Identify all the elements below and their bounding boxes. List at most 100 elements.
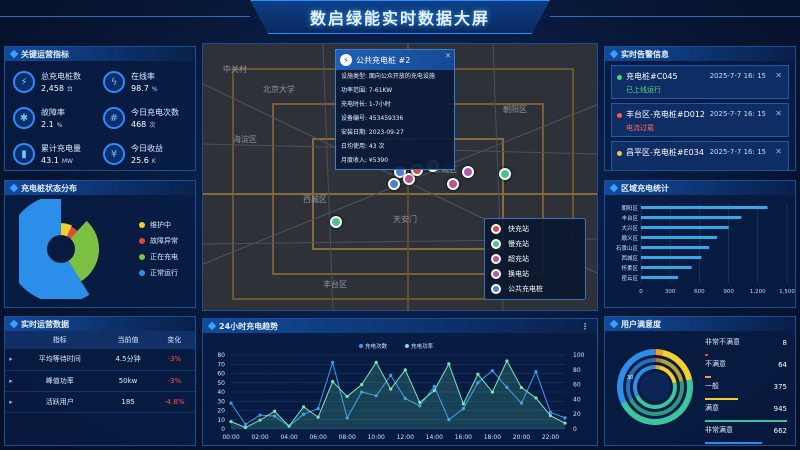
donut-slice[interactable] [661,349,693,381]
bar[interactable] [641,226,729,229]
data-point[interactable] [461,402,465,406]
data-point[interactable] [243,422,248,426]
data-point[interactable] [258,413,262,417]
cell-name: 平均等待时间 [17,349,103,371]
close-icon[interactable]: ✕ [775,71,782,80]
data-point[interactable] [316,415,320,419]
data-point[interactable] [490,369,494,373]
bar[interactable] [641,206,768,209]
y-left-tick-label: 10 [217,417,225,424]
x-tick-label: 16:00 [455,434,472,441]
data-point[interactable] [229,401,233,405]
data-point[interactable] [563,416,567,420]
trend-panel-title: 24小时充电趋势 [219,321,279,331]
y-tick-label: 顺义区 [621,235,638,242]
data-point[interactable] [389,387,393,391]
data-point[interactable] [287,424,291,428]
y-tick-label: 石景山区 [616,244,639,252]
data-point[interactable] [360,383,364,387]
alarms-panel-title: 实时告警信息 [621,49,669,59]
status-rose-chart [19,199,99,299]
data-point[interactable] [490,390,494,394]
legend-item: 正常运行 [139,265,178,281]
map-legend-item[interactable]: 快充站 [491,221,579,236]
map-station-marker[interactable] [462,166,474,178]
close-icon[interactable]: ✕ [775,109,782,118]
data-point[interactable] [548,410,553,414]
map-station-marker[interactable] [388,178,400,190]
bar[interactable] [641,216,742,219]
table-header-cell: 当前值 [102,331,154,349]
bar[interactable] [641,246,710,249]
data-point[interactable] [548,414,553,418]
data-point[interactable] [403,368,407,372]
lightning-icon: ϟ [103,71,125,93]
data-point[interactable] [243,425,248,430]
data-point[interactable] [534,370,538,374]
map-station-marker[interactable] [447,178,459,190]
popup-row: 月度收入: ¥5390 [341,157,389,164]
kpi-unit: % [56,122,63,129]
data-point[interactable] [331,360,335,364]
map-legend-item[interactable]: 慢充站 [491,236,579,251]
data-point[interactable] [476,372,480,376]
y-right-tick-label: 60 [573,382,581,389]
close-icon[interactable]: ✕ [445,52,451,60]
data-point[interactable] [534,396,538,400]
donut-slice[interactable] [655,358,656,363]
donut-slice[interactable] [655,358,662,363]
data-point[interactable] [345,394,349,399]
map-place-label: 朝阳区 [503,105,527,114]
map-legend-item[interactable]: 换电站 [491,266,579,281]
more-icon[interactable]: ⋮ [581,322,589,331]
y-left-tick-label: 30 [217,398,225,405]
trend-line-chart: 0 10 20 30 40 50 60 70 80 0 20 40 60 80 100 00:00 02:00 0… [217,342,584,441]
data-point[interactable] [316,407,320,411]
bar[interactable] [641,266,692,269]
alarm-item[interactable]: 昌平区-充电桩#E034 2025-7-7 16: 15 ✕ [611,141,789,170]
data-point[interactable] [229,420,233,424]
x-tick-label: 06:00 [309,434,326,441]
data-point[interactable] [374,360,378,364]
data-point[interactable] [505,359,509,363]
kpi-unit: MW [61,158,73,165]
data-point[interactable] [418,400,422,404]
satisfaction-row: 一般 375 [705,381,791,403]
data-point[interactable] [447,362,451,366]
map-place-label: 丰台区 [323,280,347,289]
table-header-marker [5,331,17,349]
map-station-marker[interactable] [330,216,342,228]
data-point[interactable] [272,409,277,413]
legend-swatch [359,344,363,348]
table-header-row: 指标 当前值 变化 [5,331,195,349]
donut-slice[interactable] [655,349,664,356]
map-place-label: 天安门 [393,215,417,224]
alarm-item[interactable]: 丰台区-充电桩#D012 电流过载 2025-7-7 16: 15 ✕ [611,103,789,137]
map-legend-item[interactable]: 公共充电桩 [491,281,579,296]
x-tick-label: 22:00 [542,434,559,441]
data-point[interactable] [519,385,524,390]
bar[interactable] [641,236,717,239]
map-legend-item[interactable]: 超充站 [491,251,579,266]
kpi-card: ✱ 故障率 2.1% [13,101,103,135]
y-left-tick-label: 0 [221,426,225,433]
close-icon[interactable]: ✕ [775,147,782,156]
data-point[interactable] [331,380,335,384]
bar[interactable] [641,276,678,279]
data-point[interactable] [389,373,393,377]
x-tick-label: 12:00 [397,434,414,441]
data-point[interactable] [432,388,436,393]
map-station-marker[interactable] [499,168,511,180]
donut-slice[interactable] [655,349,656,356]
data-point[interactable] [563,421,567,425]
kpi-grid: ⚡ 总充电桩数 2,458 台 ϟ 在线率 98.7% ✱ 故障率 2.1% # 今日充电次数 468 次… [5,61,195,175]
table-header-cell: 指标 [17,331,103,349]
x-tick-label: 08:00 [339,434,356,441]
bar[interactable] [641,256,702,259]
data-point[interactable] [302,405,306,409]
alarm-item[interactable]: 充电桩#C045 已上线运行 2025-7-7 16: 15 ✕ [611,65,789,99]
legend-swatch [139,238,145,244]
status-dot-icon [617,75,622,80]
data-point[interactable] [258,418,262,422]
satisfaction-panel: 用户满意度 30 非常不满意 8 不满意 64 一般 375 满意 945 非常满意 662 [604,316,796,446]
